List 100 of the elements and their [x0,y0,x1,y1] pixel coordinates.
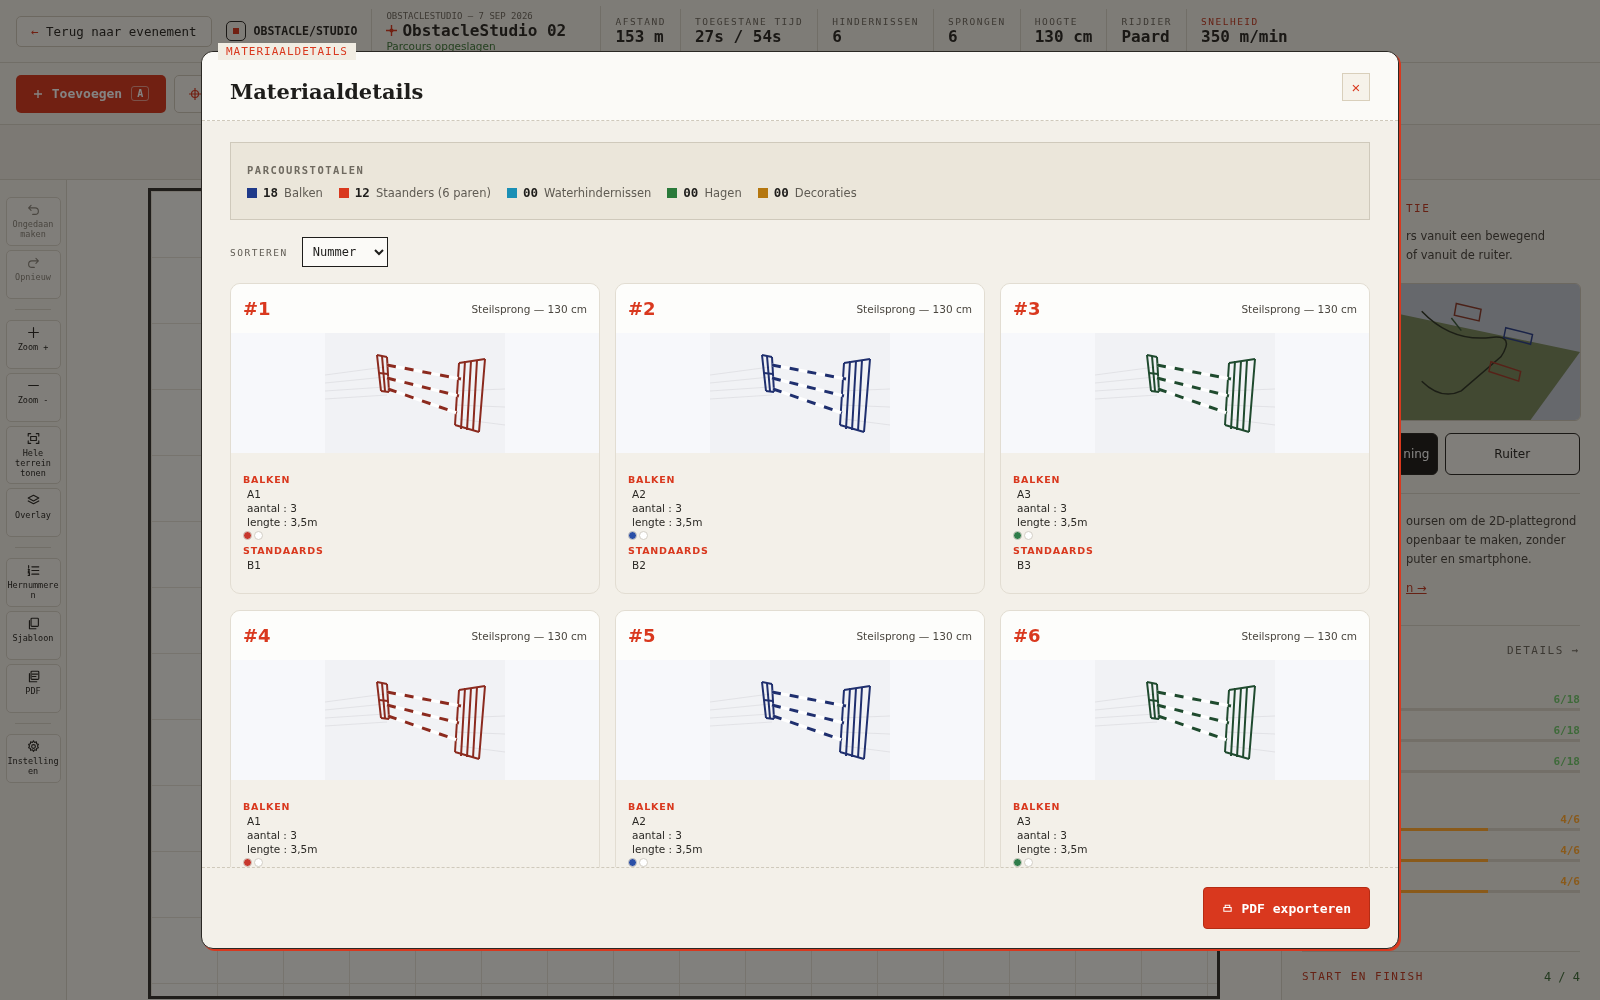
progress-value: 4/6 [1560,844,1580,857]
crosshair-icon [189,87,201,100]
detail-text: A2 [631,487,646,501]
info-text: puter en smartphone. [1406,551,1533,568]
detail-text: lengte : 3,5m [1016,842,1088,856]
detail-text: lengte : 3,5m [631,515,703,529]
detail-text: aantal : 3 [246,501,297,515]
progress-value: 6/18 [1553,755,1580,768]
tool-button[interactable]: Zoom - [5,373,61,422]
detail-text: A1 [246,814,261,828]
stat-value: Paard [1121,27,1171,46]
logo-text: OBSTACLE/STUDIO [253,24,358,38]
legend-count: 00 [773,185,789,200]
info-text: oursen om de 2D-plattegrond [1406,513,1578,530]
legend-count: 00 [522,185,538,200]
stat-label: TOEGESTANE TIJD [695,16,804,27]
plus-icon [32,88,43,99]
back-button[interactable]: ← Terug naar evenement [16,15,212,47]
obstacle-number: #3 [1013,298,1041,319]
crosshair-icon [386,24,398,36]
detail-text: lengte : 3,5m [1016,515,1088,529]
stat-value: 6 [947,27,959,46]
undo-icon [26,203,40,216]
section-label: BALKEN [1013,800,1061,814]
detail-text: aantal : 3 [631,501,682,515]
progress-value: 6/18 [1553,724,1580,737]
detail-text: lengte : 3,5m [246,842,318,856]
description-text: rs vanuit een bewegend [1406,228,1547,245]
detail-text: B3 [1016,558,1031,572]
progress-value: 4/6 [1560,813,1580,826]
detail-text: lengte : 3,5m [631,842,703,856]
legend-count: 12 [354,185,370,200]
legend-label: Waterhindernissen [544,185,652,200]
detail-text: aantal : 3 [631,828,682,842]
legend-label: Staanders (6 paren) [375,185,491,200]
plus-icon [26,326,40,339]
pdf-file-icon [26,670,40,683]
section-heading: START EN FINISH [1302,970,1424,984]
tool-button[interactable]: Overlay [5,488,61,537]
stat-value: 6 [832,27,843,46]
obstacle-number: #2 [628,298,656,319]
progress-value: 4/6 [1560,875,1580,888]
sort-label: SORTEREN [230,246,288,258]
legend-count: 00 [683,185,699,200]
tool-button[interactable]: PDF [5,664,61,713]
stat-label: HINDERNISSEN [832,16,919,27]
sort-select[interactable]: Nummer [301,237,388,267]
obstacle-type: Steilsprong — 130 cm [471,629,587,642]
tool-button[interactable]: Hernummeren [5,558,61,607]
export-button[interactable]: PDF exporteren [1203,887,1370,929]
description-text: of vanuit de ruiter. [1406,247,1514,264]
section-count: 4 / 4 [1543,970,1580,984]
stat-label: SNELHEID [1201,16,1260,27]
stat-value: 27s / 54s [695,27,783,46]
stat-value: 350 m/min [1201,27,1288,46]
shortcut-key: A [131,86,150,101]
detail-text: B1 [246,558,261,572]
section-label: BALKEN [1013,473,1061,487]
detail-text: lengte : 3,5m [246,515,318,529]
read-more-link[interactable]: n → [1406,581,1580,595]
logo-icon [225,21,246,41]
section-label: BALKEN [243,800,291,814]
legend-label: Hagen [704,185,742,200]
stat-label: RIJDIER [1121,16,1173,27]
info-text: openbaar te maken, zonder [1406,532,1567,549]
copy-icon [26,617,40,630]
section-heading: TIE [1406,202,1432,215]
section-label: BALKEN [628,800,676,814]
legend-count: 18 [263,185,279,200]
tool-button[interactable]: Instellingen [5,734,61,783]
obstacle-type: Steilsprong — 130 cm [1241,302,1357,315]
legend-label: Decoraties [794,185,857,200]
detail-text: A2 [631,814,646,828]
stat-value: 130 cm [1034,27,1093,46]
view-button[interactable]: Ruiter [1444,433,1580,475]
tool-button[interactable]: Zoom + [5,320,61,369]
obstacle-type: Steilsprong — 130 cm [471,302,587,315]
stat-label: SPRONGEN [947,16,1006,27]
details-link[interactable]: DETAILS → [1506,644,1580,657]
close-button[interactable]: × [1342,73,1370,101]
section-label: STANDAARDS [628,544,709,558]
event-date: OBSTACLESTUDIO — 7 SEP 2026 [386,10,534,21]
obstacle-number: #1 [243,298,271,319]
obstacle-type: Steilsprong — 130 cm [856,629,972,642]
detail-text: aantal : 3 [1016,828,1067,842]
progress-value: 6/18 [1553,693,1580,706]
obstacle-number: #6 [1013,625,1041,646]
settings-icon [26,740,40,753]
section-label: BALKEN [243,473,291,487]
detail-text: A3 [1016,814,1031,828]
detail-text: A1 [246,487,261,501]
detail-text: A3 [1016,487,1031,501]
obstacle-type: Steilsprong — 130 cm [1241,629,1357,642]
tool-button[interactable]: Sjabloon [5,611,61,660]
tool-button[interactable]: Hele terrein tonen [5,426,61,484]
detail-text: B2 [631,558,646,572]
totals-title: PARCOURSTOTALEN [247,164,366,176]
obstacle-number: #4 [243,625,271,646]
add-button[interactable]: Toevoegen A [16,74,166,113]
section-label: STANDAARDS [1013,544,1094,558]
